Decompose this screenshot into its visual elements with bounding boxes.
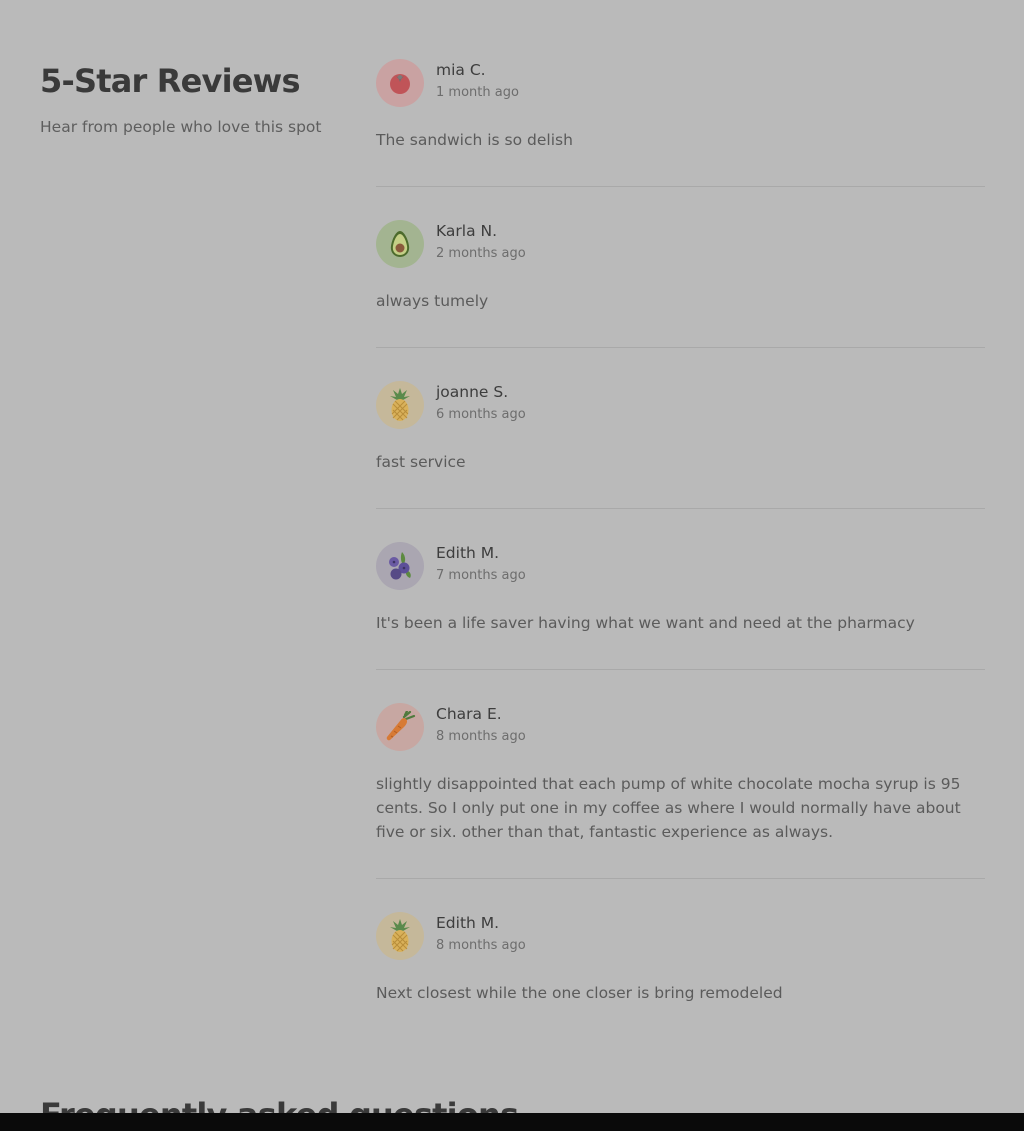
bottom-bar bbox=[0, 1113, 1024, 1131]
review-time: 2 months ago bbox=[436, 245, 526, 261]
review-item: joanne S. 6 months ago fast service bbox=[376, 380, 985, 509]
review-item: Edith M. 8 months ago Next closest while… bbox=[376, 911, 985, 1039]
review-meta: mia C. 1 month ago bbox=[436, 61, 519, 102]
reviews-list: mia C. 1 month ago The sandwich is so de… bbox=[376, 58, 985, 1071]
reviewer-name: mia C. bbox=[436, 60, 486, 79]
avocado-icon bbox=[387, 229, 413, 259]
avatar bbox=[376, 542, 424, 590]
review-text: fast service bbox=[376, 453, 466, 471]
section-title: 5-Star Reviews bbox=[40, 62, 301, 100]
reviewer-name: joanne S. bbox=[436, 382, 509, 401]
review-text: slightly disappointed that each pump of … bbox=[376, 775, 961, 841]
review-time: 6 months ago bbox=[436, 406, 526, 422]
review-header: joanne S. 6 months ago bbox=[376, 380, 985, 430]
reviews-intro: 5-Star Reviews Hear from people who love… bbox=[40, 58, 340, 138]
avatar bbox=[376, 912, 424, 960]
pineapple-icon bbox=[387, 388, 413, 422]
pineapple-icon bbox=[387, 919, 413, 953]
section-subtitle: Hear from people who love this spot bbox=[40, 118, 322, 136]
review-time: 8 months ago bbox=[436, 937, 526, 953]
review-item: mia C. 1 month ago The sandwich is so de… bbox=[376, 58, 985, 187]
blueberries-icon bbox=[385, 550, 415, 582]
review-time: 7 months ago bbox=[436, 567, 526, 583]
avatar bbox=[376, 703, 424, 751]
review-item: Edith M. 7 months ago It's been a life s… bbox=[376, 541, 985, 670]
review-text: It's been a life saver having what we wa… bbox=[376, 614, 915, 632]
review-header: Edith M. 7 months ago bbox=[376, 541, 985, 591]
review-text: always tumely bbox=[376, 292, 489, 310]
page: 5-Star Reviews Hear from people who love… bbox=[0, 0, 1024, 1113]
review-meta: Edith M. 7 months ago bbox=[436, 544, 526, 585]
reviewer-name: Edith M. bbox=[436, 913, 500, 932]
review-time: 8 months ago bbox=[436, 728, 526, 744]
review-time: 1 month ago bbox=[436, 84, 519, 100]
reviewer-name: Chara E. bbox=[436, 704, 502, 723]
review-meta: joanne S. 6 months ago bbox=[436, 383, 526, 424]
avatar bbox=[376, 220, 424, 268]
reviewer-name: Edith M. bbox=[436, 543, 500, 562]
faq-title: Frequently asked questions bbox=[40, 1092, 519, 1113]
avatar bbox=[376, 381, 424, 429]
review-header: Edith M. 8 months ago bbox=[376, 911, 985, 961]
review-text: The sandwich is so delish bbox=[376, 131, 573, 149]
review-item: Chara E. 8 months ago slightly disappoin… bbox=[376, 702, 985, 879]
tomato-icon bbox=[387, 70, 413, 96]
review-text: Next closest while the one closer is bri… bbox=[376, 984, 783, 1002]
review-meta: Chara E. 8 months ago bbox=[436, 705, 526, 746]
reviewer-name: Karla N. bbox=[436, 221, 498, 240]
review-header: Karla N. 2 months ago bbox=[376, 219, 985, 269]
review-meta: Karla N. 2 months ago bbox=[436, 222, 526, 263]
avatar bbox=[376, 59, 424, 107]
carrot-icon bbox=[384, 711, 416, 743]
review-header: Chara E. 8 months ago bbox=[376, 702, 985, 752]
review-meta: Edith M. 8 months ago bbox=[436, 914, 526, 955]
review-header: mia C. 1 month ago bbox=[376, 58, 985, 108]
review-item: Karla N. 2 months ago always tumely bbox=[376, 219, 985, 348]
